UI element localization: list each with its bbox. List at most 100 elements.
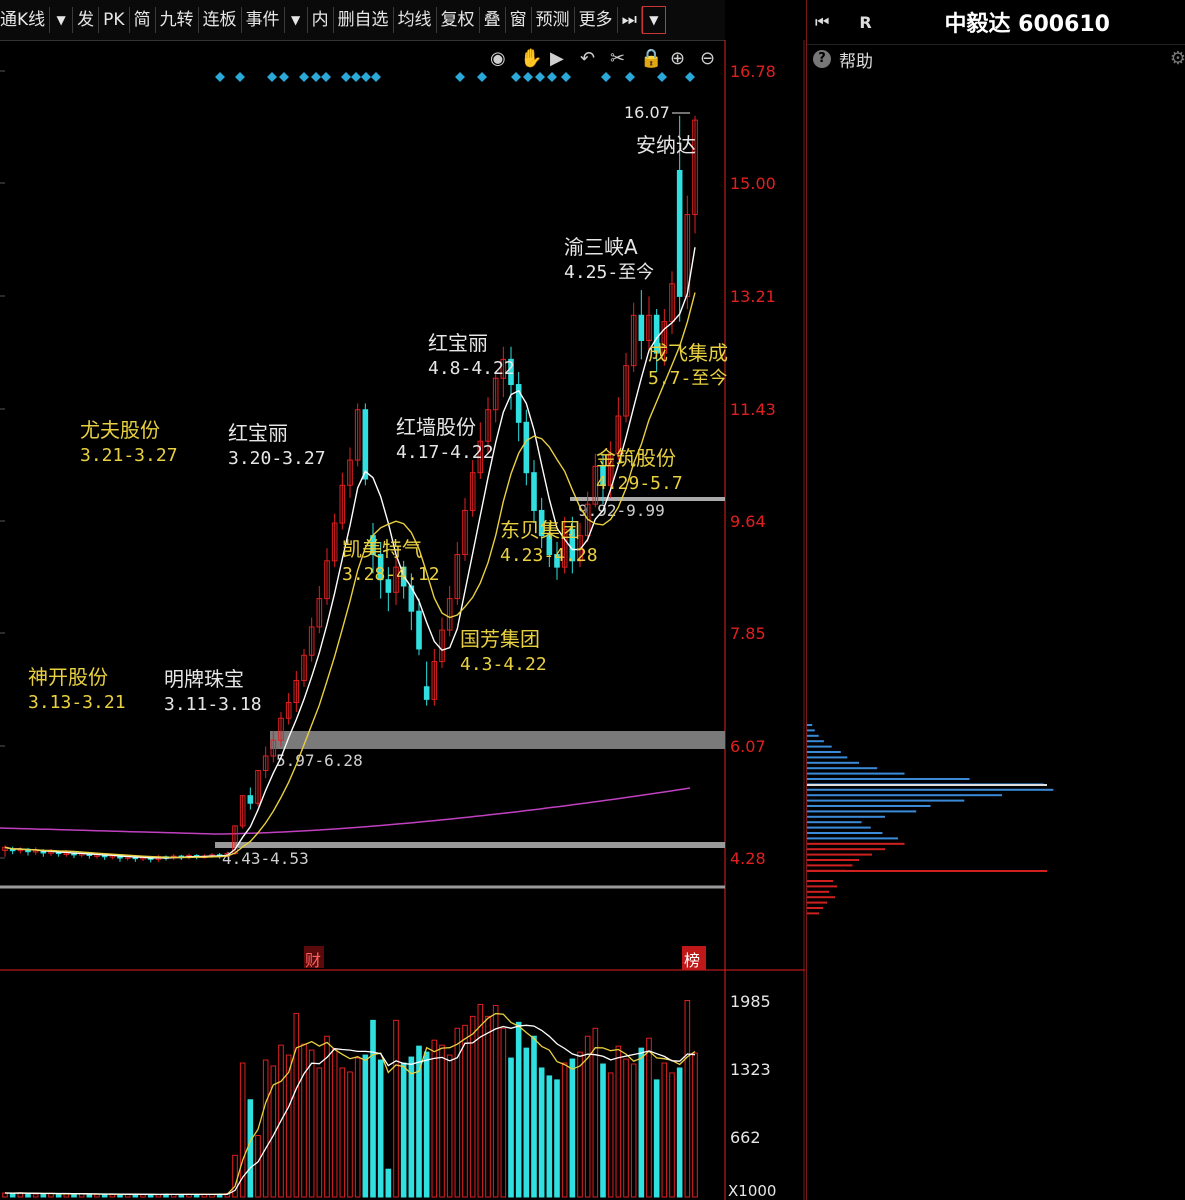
volume-bar bbox=[40, 1193, 47, 1198]
help-icon[interactable]: ? bbox=[813, 50, 831, 68]
volume-profile-bar bbox=[807, 740, 824, 743]
dropdown-icon[interactable]: ▼ bbox=[285, 7, 308, 33]
signal-diamond bbox=[547, 72, 557, 82]
range-label-1: 5.97-6.28 bbox=[276, 751, 363, 770]
candle-body bbox=[638, 314, 645, 341]
candle-body bbox=[531, 472, 537, 511]
volume-profile bbox=[807, 724, 1054, 915]
annotation-name: 明牌珠宝 bbox=[164, 667, 244, 691]
right-panel: ⏮ R 中毅达 600610 ? 帮助 ⚙ bbox=[806, 0, 1185, 1200]
scissors-icon[interactable]: ✂ bbox=[610, 48, 625, 69]
annotation-range: 4.3-4.22 bbox=[460, 654, 547, 675]
volume-bar bbox=[538, 1067, 545, 1198]
annotation-name: 红宝丽 bbox=[228, 421, 288, 445]
toolbar-item-6[interactable]: 事件 bbox=[242, 7, 285, 33]
annotation-range: 4.25-至今 bbox=[564, 262, 654, 283]
price-axis-label: 9.64 bbox=[730, 512, 766, 531]
toolbar-item-9[interactable]: 均线 bbox=[394, 7, 437, 33]
volume-bar bbox=[347, 1071, 353, 1198]
toolbar-item-1[interactable]: 发 bbox=[73, 7, 100, 33]
candle-body bbox=[676, 169, 683, 297]
cai-marker: 财 bbox=[305, 951, 321, 970]
signal-diamond bbox=[361, 72, 371, 82]
volume-bar bbox=[500, 1027, 507, 1198]
toolbar-item-10[interactable]: 复权 bbox=[437, 7, 480, 33]
zoom-in-icon[interactable]: ⊕ bbox=[670, 48, 685, 69]
volume-ma10-line bbox=[4, 1024, 696, 1196]
price-axis-label: 16.78 bbox=[730, 62, 776, 81]
volume-profile-bar bbox=[807, 794, 1002, 797]
back-to-start-icon[interactable]: ⏮ bbox=[815, 12, 829, 32]
price-axis-label: 6.07 bbox=[730, 737, 766, 756]
price-axis-label: 7.85 bbox=[730, 624, 766, 643]
volume-bar bbox=[661, 1062, 668, 1198]
toolbar-item-13[interactable]: 预测 bbox=[532, 7, 575, 33]
annotation-name: 尤夫股份 bbox=[80, 418, 160, 442]
volume-bar bbox=[377, 1059, 384, 1198]
play-icon[interactable]: ▶ bbox=[550, 48, 564, 69]
hand-icon[interactable]: ✋ bbox=[520, 47, 542, 69]
toolbar-item-4[interactable]: 九转 bbox=[156, 7, 199, 33]
volume-bar bbox=[477, 1003, 484, 1198]
volume-bar bbox=[285, 1054, 292, 1198]
help-row[interactable]: ? 帮助 bbox=[807, 45, 1185, 73]
annotation-range: 4.23-4.28 bbox=[500, 545, 598, 566]
dropdown-icon[interactable]: ▼ bbox=[641, 6, 666, 34]
toolbar-item-14[interactable]: 更多 bbox=[575, 7, 618, 33]
volume-bar bbox=[32, 1193, 39, 1198]
undo-icon[interactable]: ↶ bbox=[580, 48, 595, 69]
stock-header: ⏮ R 中毅达 600610 bbox=[807, 0, 1185, 45]
gear-icon[interactable]: ⚙ bbox=[1170, 48, 1185, 69]
toolbar-item-8[interactable]: 删自选 bbox=[334, 7, 394, 33]
volume-profile-bar bbox=[807, 772, 905, 775]
volume-profile-bar bbox=[807, 912, 819, 915]
kline-chart[interactable]: 16.78 15.00 13.21 11.43 9.64 7.85 6.07 4.28 1985… bbox=[0, 40, 805, 1200]
dropdown-icon[interactable]: ▼ bbox=[50, 7, 74, 33]
toolbar-item-7[interactable]: 内 bbox=[308, 7, 334, 33]
volume-bar bbox=[9, 1192, 16, 1198]
volume-bar bbox=[669, 1072, 675, 1198]
volume-profile-bar bbox=[807, 767, 878, 770]
volume-bar bbox=[339, 1067, 346, 1198]
candle-body bbox=[423, 686, 430, 700]
volume-bar bbox=[362, 1054, 369, 1198]
signal-diamond bbox=[535, 72, 545, 82]
toolbar-item-2[interactable]: PK bbox=[99, 7, 130, 33]
volume-bar bbox=[462, 1024, 468, 1198]
volume-profile-bar bbox=[807, 853, 872, 856]
eye-icon[interactable]: ◉ bbox=[490, 48, 506, 69]
signal-diamond bbox=[601, 72, 611, 82]
zoom-out-icon[interactable]: ⊖ bbox=[700, 48, 715, 69]
price-axis-label: 11.43 bbox=[730, 400, 776, 419]
toolbar-item-0[interactable]: 通K线 bbox=[0, 7, 51, 33]
volume-bar bbox=[653, 1079, 660, 1198]
volume-axis-label: 1323 bbox=[730, 1060, 771, 1079]
toolbar-item-5[interactable]: 连板 bbox=[199, 7, 242, 33]
annotation-range: 4.29-5.7 bbox=[596, 473, 683, 494]
signal-diamond bbox=[455, 72, 465, 82]
toolbar-item-11[interactable]: 叠 bbox=[480, 7, 506, 33]
volume-profile-bar bbox=[807, 826, 871, 829]
next-icon[interactable]: ⏭ bbox=[618, 7, 642, 33]
ma-long-line bbox=[0, 787, 691, 835]
toolbar-item-3[interactable]: 简 bbox=[130, 7, 156, 33]
annotation-range: 3.13-3.21 bbox=[28, 692, 126, 713]
annotation-name: 安纳达 bbox=[636, 133, 696, 157]
volume-bar bbox=[439, 1044, 445, 1198]
signal-diamond bbox=[341, 72, 351, 82]
annotation-name: 红墙股份 bbox=[396, 415, 476, 439]
volume-axis-label: 662 bbox=[730, 1128, 761, 1147]
annotation-range: 3.11-3.18 bbox=[164, 694, 262, 715]
volume-bar bbox=[492, 1004, 499, 1198]
lock-icon[interactable]: 🔒 bbox=[640, 48, 662, 69]
volume-bar bbox=[25, 1193, 31, 1198]
help-label[interactable]: 帮助 bbox=[839, 47, 873, 72]
toolbar-item-12[interactable]: 窗 bbox=[506, 7, 532, 33]
candle-body bbox=[362, 409, 369, 480]
volume-bar bbox=[247, 1099, 254, 1198]
volume-profile-bar bbox=[807, 805, 931, 807]
annotation-name: 国芳集团 bbox=[460, 627, 540, 651]
refresh-r-button[interactable]: R bbox=[859, 13, 871, 32]
signal-diamond bbox=[235, 72, 245, 82]
volume-bar bbox=[446, 1054, 453, 1198]
